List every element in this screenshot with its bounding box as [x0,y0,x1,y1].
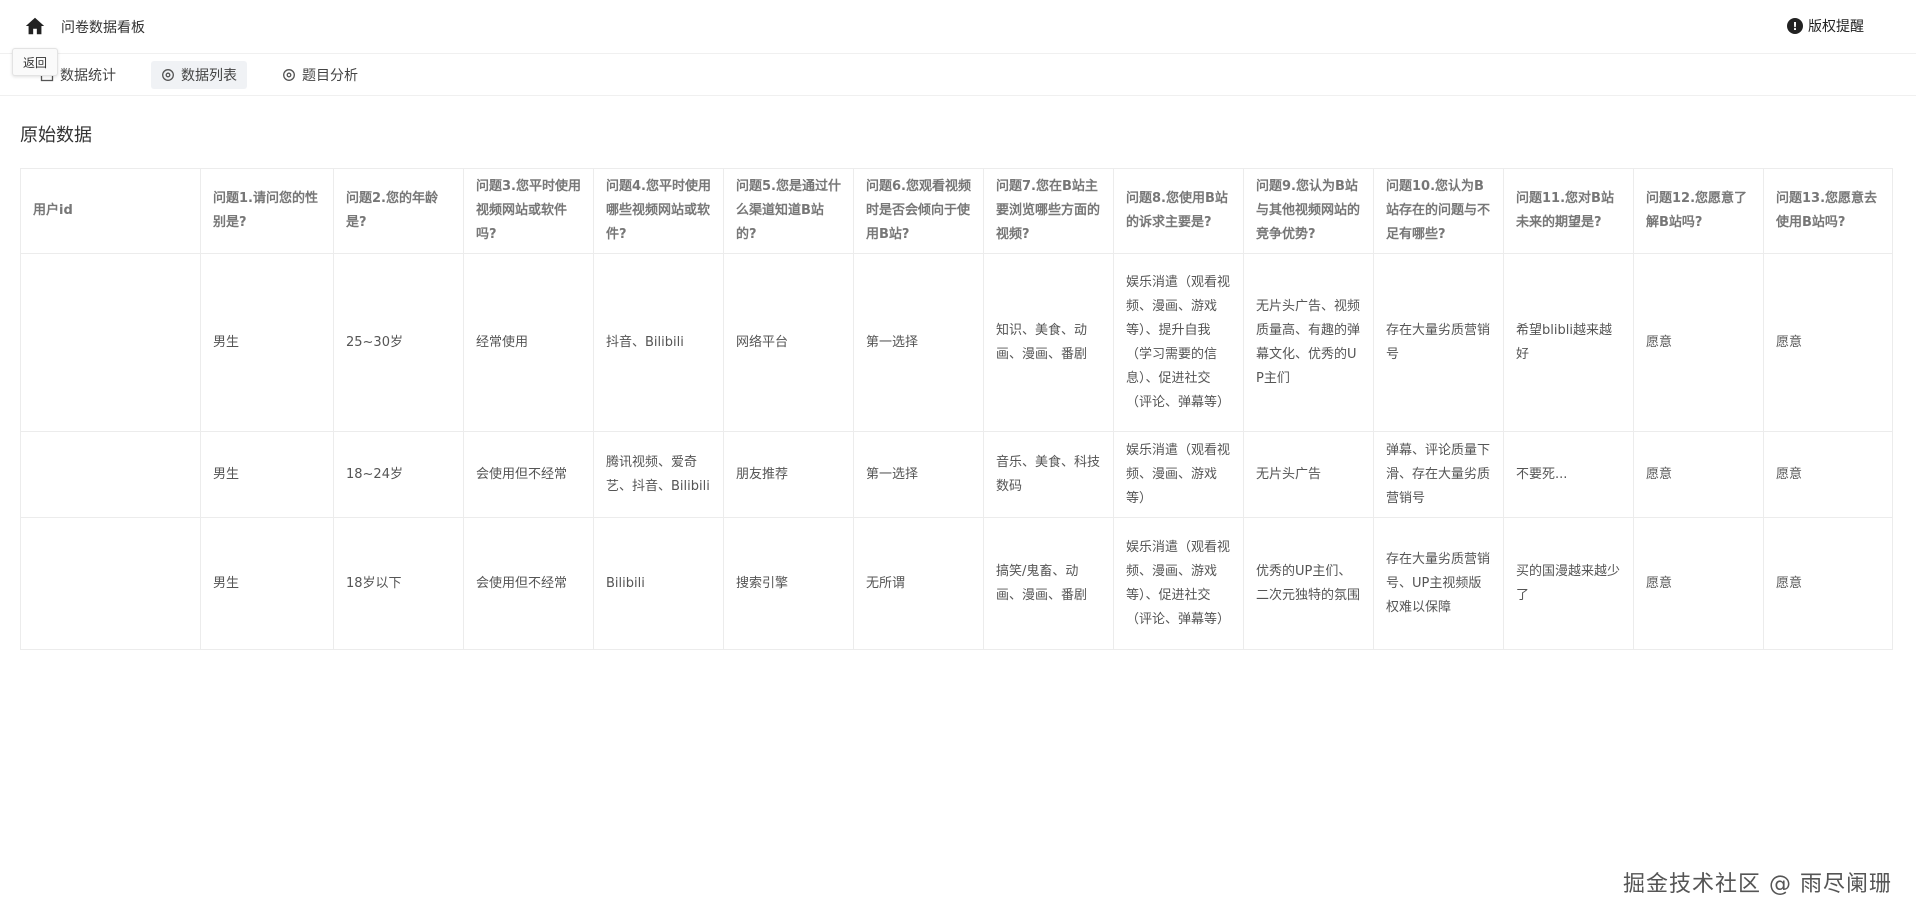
exclamation-icon: ! [1787,18,1803,34]
table-cell: 第一选择 [853,431,984,518]
table-cell: 男生 [200,253,334,432]
column-header: 用户id [20,168,201,254]
table-row: 男生 25~30岁 经常使用 抖音、Bilibili 网络平台 第一选择 知识、… [20,253,1893,432]
table-cell: 无片头广告 [1243,431,1374,518]
tab-label: 数据统计 [60,68,116,84]
table-header-row: 用户id 问题1.请问您的性别是? 问题2.您的年龄是? 问题3.您平时使用视频… [20,168,1893,254]
settings-icon [283,69,295,81]
tab-label: 题目分析 [302,68,358,84]
table-cell: 第一选择 [853,253,984,432]
table-cell: 知识、美食、动画、漫画、番剧 [983,253,1114,432]
table-cell [20,517,201,650]
section-title: 原始数据 [20,125,92,146]
column-header: 问题5.您是通过什么渠道知道B站的? [723,168,854,254]
column-header: 问题2.您的年龄是? [333,168,464,254]
table-cell: 男生 [200,517,334,650]
tab-bar: 数据统计 数据列表 题目分析 [0,55,1916,96]
app-title: 问卷数据看板 [61,20,145,36]
table-cell: 愿意 [1633,431,1764,518]
table-cell: 音乐、美食、科技数码 [983,431,1114,518]
column-header: 问题8.您使用B站的诉求主要是? [1113,168,1244,254]
table-cell: 娱乐消遣（观看视频、漫画、游戏等） [1113,431,1244,518]
table-cell: Bilibili [593,517,724,650]
table-cell: 腾讯视频、爱奇艺、抖音、Bilibili [593,431,724,518]
table-cell: 愿意 [1633,253,1764,432]
table-cell: 娱乐消遣（观看视频、漫画、游戏等）、提升自我（学习需要的信息）、促进社交（评论、… [1113,253,1244,432]
column-header: 问题13.您愿意去使用B站吗? [1763,168,1893,254]
table-cell: 18岁以下 [333,517,464,650]
table-cell: 无所谓 [853,517,984,650]
table-row: 男生 18~24岁 会使用但不经常 腾讯视频、爱奇艺、抖音、Bilibili 朋… [20,431,1893,518]
table-cell: 愿意 [1763,431,1893,518]
table-row: 男生 18岁以下 会使用但不经常 Bilibili 搜索引擎 无所谓 搞笑/鬼畜… [20,517,1893,650]
table-cell [20,253,201,432]
column-header: 问题11.您对B站未来的期望是? [1503,168,1634,254]
copyright-notice-button[interactable]: ! 版权提醒 [1787,16,1864,36]
table-cell: 愿意 [1763,517,1893,650]
column-header: 问题7.您在B站主要浏览哪些方面的视频? [983,168,1114,254]
table-cell: 搜索引擎 [723,517,854,650]
table-cell: 经常使用 [463,253,594,432]
table-cell: 会使用但不经常 [463,517,594,650]
back-button[interactable]: 返回 [12,48,59,76]
table-cell [20,431,201,518]
column-header: 问题3.您平时使用视频网站或软件吗? [463,168,594,254]
table-cell: 18~24岁 [333,431,464,518]
notice-label: 版权提醒 [1808,19,1864,35]
table-cell: 搞笑/鬼畜、动画、漫画、番剧 [983,517,1114,650]
raw-data-table: 用户id 问题1.请问您的性别是? 问题2.您的年龄是? 问题3.您平时使用视频… [20,168,1893,650]
table-cell: 25~30岁 [333,253,464,432]
table-cell: 抖音、Bilibili [593,253,724,432]
table-cell: 网络平台 [723,253,854,432]
home-icon[interactable] [24,15,46,37]
table-cell: 男生 [200,431,334,518]
tab-data-list[interactable]: 数据列表 [151,61,247,89]
column-header: 问题10.您认为B站存在的问题与不足有哪些? [1373,168,1504,254]
table-cell: 会使用但不经常 [463,431,594,518]
tab-label: 数据列表 [181,68,237,84]
watermark: 掘金技术社区 @ 雨尽阑珊 [1623,872,1892,897]
table-cell: 优秀的UP主们、二次元独特的氛围 [1243,517,1374,650]
table-cell: 买的国漫越来越少了 [1503,517,1634,650]
table-cell: 存在大量劣质营销号 [1373,253,1504,432]
table-cell: 愿意 [1633,517,1764,650]
table-cell: 弹幕、评论质量下滑、存在大量劣质营销号 [1373,431,1504,518]
table-cell: 希望blibli越来越好 [1503,253,1634,432]
top-bar: 问卷数据看板 ! 版权提醒 [0,0,1916,54]
column-header: 问题9.您认为B站与其他视频网站的竞争优势? [1243,168,1374,254]
column-header: 问题6.您观看视频时是否会倾向于使用B站? [853,168,984,254]
tab-question-analysis[interactable]: 题目分析 [272,61,368,89]
column-header: 问题4.您平时使用哪些视频网站或软件? [593,168,724,254]
table-cell: 无片头广告、视频质量高、有趣的弹幕文化、优秀的UP主们 [1243,253,1374,432]
table-cell: 朋友推荐 [723,431,854,518]
table-cell: 愿意 [1763,253,1893,432]
column-header: 问题1.请问您的性别是? [200,168,334,254]
settings-icon [162,69,174,81]
table-cell: 存在大量劣质营销号、UP主视频版权难以保障 [1373,517,1504,650]
table-cell: 不要死... [1503,431,1634,518]
table-cell: 娱乐消遣（观看视频、漫画、游戏等）、促进社交（评论、弹幕等） [1113,517,1244,650]
column-header: 问题12.您愿意了解B站吗? [1633,168,1764,254]
